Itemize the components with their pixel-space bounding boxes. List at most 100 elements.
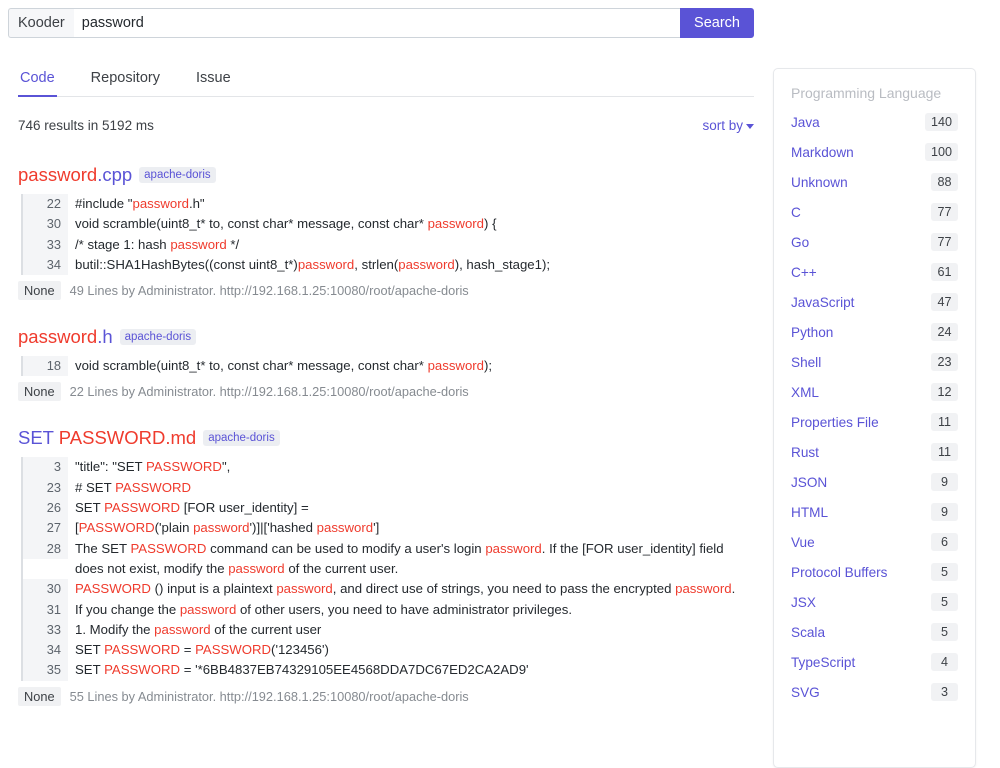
facet-label: Rust xyxy=(791,445,819,460)
match-highlight: password xyxy=(428,358,484,373)
result-language-badge[interactable]: None xyxy=(18,687,61,706)
code-line-number: 18 xyxy=(23,356,68,376)
plain-text: ), hash_stage1); xyxy=(455,257,550,272)
repository-tag[interactable]: apache-doris xyxy=(139,167,215,183)
result-meta-row: None22 Lines by Administrator. http://19… xyxy=(18,382,754,401)
match-highlight: password xyxy=(170,237,226,252)
facet-count-badge: 61 xyxy=(931,263,958,281)
main-content: Code Repository Issue 746 results in 519… xyxy=(18,66,754,706)
facet-item-typescript[interactable]: TypeScript4 xyxy=(774,647,975,677)
plain-text: , and direct use of strings, you need to… xyxy=(333,581,675,596)
facet-item-svg[interactable]: SVG3 xyxy=(774,677,975,707)
facet-label: XML xyxy=(791,385,819,400)
facet-item-json[interactable]: JSON9 xyxy=(774,467,975,497)
plain-text: SET xyxy=(75,642,104,657)
facet-count-badge: 5 xyxy=(931,593,958,611)
repository-tag[interactable]: apache-doris xyxy=(120,329,196,345)
result-filename-link[interactable]: SET PASSWORD.md xyxy=(18,427,196,449)
plain-text: /* stage 1: hash xyxy=(75,237,170,252)
result-filename-link[interactable]: password.h xyxy=(18,326,113,348)
code-line-text: #include "password.h" xyxy=(68,194,205,214)
code-line-number: 27 xyxy=(23,518,68,538)
facet-label: JSX xyxy=(791,595,816,610)
code-line: 18void scramble(uint8_t* to, const char*… xyxy=(23,356,754,376)
facet-item-java[interactable]: Java140 xyxy=(774,107,975,137)
code-line-text: SET PASSWORD [FOR user_identity] = xyxy=(68,498,309,518)
facet-item-javascript[interactable]: JavaScript47 xyxy=(774,287,975,317)
facet-label: SVG xyxy=(791,685,820,700)
code-line-number: 28 xyxy=(23,539,68,559)
facet-count-badge: 5 xyxy=(931,563,958,581)
code-line: 34SET PASSWORD = PASSWORD('123456') xyxy=(23,640,754,660)
plain-text: The SET xyxy=(75,541,130,556)
match-highlight: PASSWORD xyxy=(104,662,180,677)
result-language-badge[interactable]: None xyxy=(18,382,61,401)
plain-text: */ xyxy=(227,237,239,252)
code-line: 3"title": "SET PASSWORD", xyxy=(23,457,754,477)
search-input[interactable] xyxy=(74,8,680,38)
facet-item-c-[interactable]: C++61 xyxy=(774,257,975,287)
facet-label: Python xyxy=(791,325,833,340)
programming-language-facet-panel: Programming Language Java140Markdown100U… xyxy=(773,68,976,768)
code-line-text: The SET PASSWORD command can be used to … xyxy=(68,539,754,580)
code-line: 30void scramble(uint8_t* to, const char*… xyxy=(23,214,754,234)
facet-item-python[interactable]: Python24 xyxy=(774,317,975,347)
match-highlight: PASSWORD xyxy=(59,427,166,448)
code-line-number: 3 xyxy=(23,457,68,477)
plain-text: void scramble(uint8_t* to, const char* m… xyxy=(75,216,428,231)
facet-count-badge: 9 xyxy=(931,503,958,521)
facet-item-rust[interactable]: Rust11 xyxy=(774,437,975,467)
facet-item-html[interactable]: HTML9 xyxy=(774,497,975,527)
repository-tag[interactable]: apache-doris xyxy=(203,430,279,446)
sort-by-label: sort by xyxy=(702,118,743,133)
search-result-item: password.cpp apache-doris 22#include "pass… xyxy=(18,164,754,300)
code-snippet: 22#include "password.h"30void scramble(u… xyxy=(21,194,754,275)
facet-item-c[interactable]: C77 xyxy=(774,197,975,227)
facet-label: Shell xyxy=(791,355,821,370)
plain-text: butil::SHA1HashBytes((const uint8_t*) xyxy=(75,257,298,272)
result-meta-text: 55 Lines by Administrator. http://192.16… xyxy=(70,689,469,704)
facet-item-scala[interactable]: Scala 5 xyxy=(774,617,975,647)
facet-item-unknown[interactable]: Unknown88 xyxy=(774,167,975,197)
facet-item-go[interactable]: Go77 xyxy=(774,227,975,257)
facet-item-shell[interactable]: Shell23 xyxy=(774,347,975,377)
match-highlight: password xyxy=(228,561,284,576)
code-line-number: 22 xyxy=(23,194,68,214)
match-highlight: PASSWORD xyxy=(195,642,271,657)
match-highlight: password xyxy=(317,520,373,535)
facet-item-vue[interactable]: Vue6 xyxy=(774,527,975,557)
code-line: 28The SET PASSWORD command can be used t… xyxy=(23,539,754,580)
code-line: 27[PASSWORD('plain password')]|['hashed … xyxy=(23,518,754,538)
plain-text: = xyxy=(180,642,195,657)
facet-item-jsx[interactable]: JSX 5 xyxy=(774,587,975,617)
plain-text: If you change the xyxy=(75,602,180,617)
facet-item-markdown[interactable]: Markdown100 xyxy=(774,137,975,167)
facet-label: Markdown xyxy=(791,145,854,160)
plain-text: SET xyxy=(18,427,59,448)
sort-by-dropdown[interactable]: sort by xyxy=(702,118,754,133)
result-header: password.h apache-doris xyxy=(18,326,754,348)
facet-label: Scala xyxy=(791,625,825,640)
code-line-text: SET PASSWORD = PASSWORD('123456') xyxy=(68,640,329,660)
facet-count-badge: 140 xyxy=(925,113,958,131)
plain-text: '] xyxy=(373,520,379,535)
search-bar: Kooder Search xyxy=(8,8,754,38)
plain-text: ) { xyxy=(484,216,496,231)
facet-item-protocol-buffers[interactable]: Protocol Buffers5 xyxy=(774,557,975,587)
code-line: 34butil::SHA1HashBytes((const uint8_t*)p… xyxy=(23,255,754,275)
facet-count-badge: 9 xyxy=(931,473,958,491)
plain-text: of other users, you need to have adminis… xyxy=(236,602,572,617)
results-summary-row: 746 results in 5192 ms sort by xyxy=(18,118,754,138)
result-language-badge[interactable]: None xyxy=(18,281,61,300)
facet-item-properties-file[interactable]: Properties File11 xyxy=(774,407,975,437)
code-line-text: 1. Modify the password of the current us… xyxy=(68,620,321,640)
facet-label: TypeScript xyxy=(791,655,855,670)
search-button[interactable]: Search xyxy=(680,8,754,38)
result-filename-link[interactable]: password.cpp xyxy=(18,164,132,186)
tab-repository[interactable]: Repository xyxy=(89,66,162,96)
facet-count-badge: 5 xyxy=(931,623,958,641)
facet-item-xml[interactable]: XML12 xyxy=(774,377,975,407)
tab-issue[interactable]: Issue xyxy=(194,66,233,96)
facet-panel-title: Programming Language xyxy=(774,85,975,107)
tab-code[interactable]: Code xyxy=(18,66,57,96)
